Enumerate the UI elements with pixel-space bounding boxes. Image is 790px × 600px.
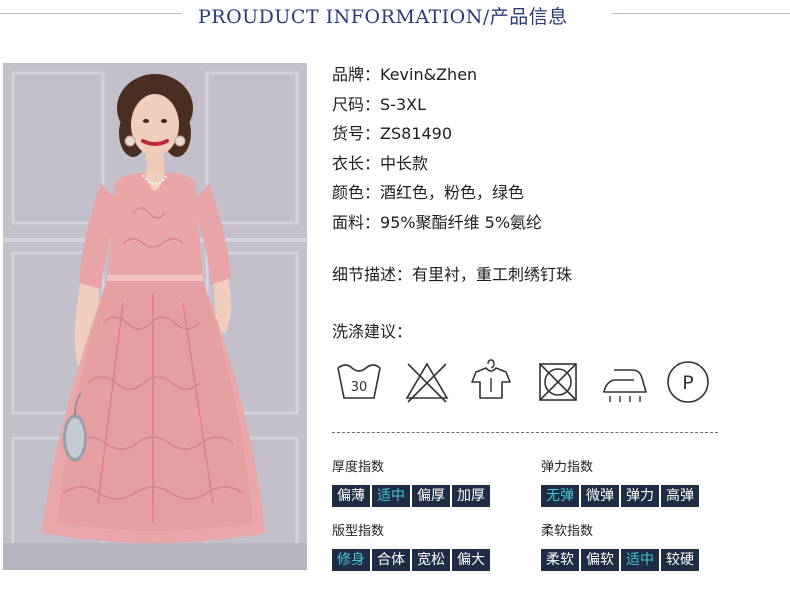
info-label: 品牌： (332, 65, 381, 84)
index-option: 较硬 (661, 549, 699, 571)
index-label: 弹力指数 (541, 460, 594, 475)
index-option: 柔软 (541, 549, 579, 571)
info-label: 尺码： (332, 94, 381, 114)
info-label: 货号： (332, 124, 381, 143)
index-options: 柔软 偏软 适中 较硬 (541, 549, 699, 571)
index-label: 版型指数 (332, 524, 385, 539)
index-option: 高弹 (661, 485, 699, 507)
wash-30-icon: 30 (334, 358, 384, 406)
info-row-color: 颜色：酒红色，粉色，绿色 (332, 181, 542, 211)
wash-temp-text: 30 (351, 380, 368, 395)
header-rule-right (612, 13, 790, 14)
index-option: 合体 (372, 549, 410, 571)
product-info-list: 品牌：Kevin&Zhen 尺码：S-3XL 货号：ZS81490 衣长：中长款… (332, 63, 542, 240)
info-label: 衣长： (332, 153, 381, 173)
index-option: 宽松 (412, 549, 450, 571)
index-option: 加厚 (452, 485, 490, 507)
info-value: 中长款 (380, 153, 429, 173)
no-tumble-dry-icon (534, 358, 584, 406)
page-title: PROUDUCT INFORMATION/产品信息 (198, 6, 568, 28)
info-value: 酒红色，粉色，绿色 (380, 183, 525, 202)
care-icons: 30 P (332, 358, 722, 408)
elasticity-index: 弹力指数 无弹 微弹 弹力 高弹 (541, 456, 699, 507)
index-option: 微弹 (581, 485, 619, 507)
info-value: ZS81490 (380, 124, 453, 143)
detail-label: 细节描述： (332, 265, 413, 284)
thickness-index: 厚度指数 偏薄 适中 偏厚 加厚 (332, 456, 490, 507)
detail-value: 有里衬，重工刺绣钉珠 (412, 265, 573, 284)
index-options: 修身 合体 宽松 偏大 (332, 549, 490, 571)
info-value: S-3XL (380, 94, 426, 114)
index-option-selected: 修身 (332, 549, 370, 571)
header-rule-left (0, 13, 182, 14)
info-value: Kevin&Zhen (380, 65, 478, 84)
product-photo (3, 63, 307, 570)
info-row-length: 衣长：中长款 (332, 152, 542, 182)
info-row-item-no: 货号：ZS81490 (332, 122, 542, 152)
index-option-selected: 适中 (372, 485, 410, 507)
dry-clean-p-icon: P (665, 358, 715, 406)
index-option-selected: 无弹 (541, 485, 579, 507)
detail-description: 细节描述：有里衬，重工刺绣钉珠 (332, 261, 572, 285)
index-option: 偏软 (581, 549, 619, 571)
info-label: 面料： (332, 212, 381, 232)
hang-dry-icon (466, 358, 516, 406)
info-value: 95%聚酯纤维 5%氨纶 (380, 212, 543, 232)
index-options: 偏薄 适中 偏厚 加厚 (332, 485, 490, 507)
index-label: 厚度指数 (332, 460, 385, 475)
dry-clean-letter: P (682, 372, 693, 394)
index-option: 偏薄 (332, 485, 370, 507)
index-option: 偏大 (452, 549, 490, 571)
index-option: 偏厚 (412, 485, 450, 507)
index-options: 无弹 微弹 弹力 高弹 (541, 485, 699, 507)
info-row-brand: 品牌：Kevin&Zhen (332, 63, 542, 93)
info-row-fabric: 面料：95%聚酯纤维 5%氨纶 (332, 211, 542, 241)
index-label: 柔软指数 (541, 524, 594, 539)
washing-title: 洗涤建议： (332, 322, 413, 341)
info-label: 颜色： (332, 183, 381, 202)
info-row-size: 尺码：S-3XL (332, 93, 542, 123)
no-bleach-icon (402, 358, 452, 406)
fit-index: 版型指数 修身 合体 宽松 偏大 (332, 520, 490, 571)
index-option-selected: 适中 (621, 549, 659, 571)
divider (332, 432, 718, 433)
softness-index: 柔软指数 柔软 偏软 适中 较硬 (541, 520, 699, 571)
iron-low-icon (600, 358, 650, 406)
index-option: 弹力 (621, 485, 659, 507)
